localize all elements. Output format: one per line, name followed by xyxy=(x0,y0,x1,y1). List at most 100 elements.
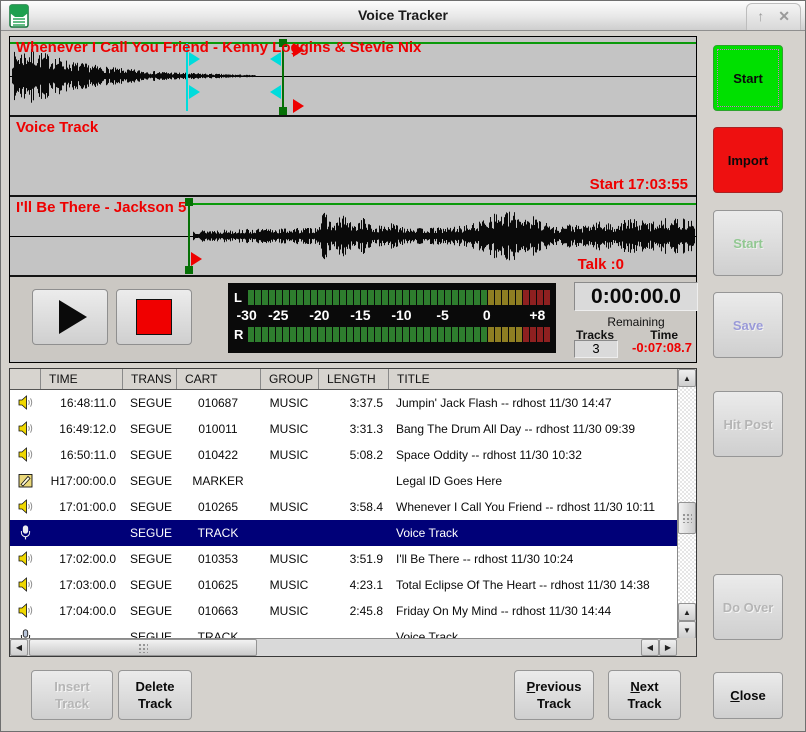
row-title: Voice Track xyxy=(388,526,696,540)
column-header: TITLE xyxy=(388,369,696,389)
start-play-button: Start xyxy=(713,210,783,276)
log-row[interactable]: 16:50:11.0 SEGUE 010422 MUSIC 5:08.2 Spa… xyxy=(10,442,696,468)
window-controls: ↑ ✕ xyxy=(746,3,801,30)
meter-scale-tick: -15 xyxy=(350,307,370,323)
elapsed-time-display: 0:00:00.0 xyxy=(574,282,698,311)
row-group: MUSIC xyxy=(260,552,318,566)
row-trans: SEGUE xyxy=(122,552,176,566)
log-event-list: TIMETRANSCARTGROUPLENGTHTITLE 16:48:11.0… xyxy=(9,368,697,657)
stop-button[interactable] xyxy=(116,289,192,345)
log-row[interactable]: SEGUE TRACK Voice Track xyxy=(10,624,696,639)
row-trans: SEGUE xyxy=(122,604,176,618)
row-type-icon xyxy=(10,445,40,465)
row-length: 3:37.5 xyxy=(318,396,388,410)
fade-marker-icon[interactable] xyxy=(191,252,202,266)
log-row[interactable]: 17:02:00.0 SEGUE 010353 MUSIC 3:51.9 I'l… xyxy=(10,546,696,572)
column-header: LENGTH xyxy=(318,369,388,389)
track-3-talk-time: Talk :0 xyxy=(578,256,624,273)
previous-track-button[interactable]: Previous Track xyxy=(514,670,594,720)
log-row[interactable]: 17:03:00.0 SEGUE 010625 MUSIC 4:23.1 Tot… xyxy=(10,572,696,598)
row-title: Bang The Drum All Day -- rdhost 11/30 09… xyxy=(388,422,696,436)
shade-icon[interactable]: ↑ xyxy=(757,8,764,26)
column-header: TRANS xyxy=(122,369,176,389)
log-row[interactable]: SEGUE TRACK Voice Track xyxy=(10,520,696,546)
row-group: MUSIC xyxy=(260,604,318,618)
row-time: 16:50:11.0 xyxy=(40,448,122,462)
delete-track-button[interactable]: Delete Track xyxy=(118,670,192,720)
vertical-scroll-thumb[interactable] xyxy=(678,502,696,534)
log-row[interactable]: 16:49:12.0 SEGUE 010011 MUSIC 3:31.3 Ban… xyxy=(10,416,696,442)
remaining-tracks-value: 3 xyxy=(574,340,618,358)
row-title: I'll Be There -- rdhost 11/30 10:24 xyxy=(388,552,696,566)
scroll-up-icon[interactable]: ▲ xyxy=(678,603,696,621)
track-2-title: Voice Track xyxy=(16,119,98,136)
meter-scale-tick: 0 xyxy=(483,307,491,323)
vertical-scrollbar[interactable]: ▲ ▲ ▼ xyxy=(677,369,696,639)
column-header: TIME xyxy=(40,369,122,389)
scroll-right-icon[interactable]: ▶ xyxy=(659,639,677,656)
row-group: MUSIC xyxy=(260,500,318,514)
segue-arrow-icon[interactable] xyxy=(270,85,281,99)
log-row[interactable]: H17:00:00.0 SEGUE MARKER Legal ID Goes H… xyxy=(10,468,696,494)
meter-scale: -30-25-20-15-10-50+8 xyxy=(234,306,550,325)
row-time: 17:04:00.0 xyxy=(40,604,122,618)
row-trans: SEGUE xyxy=(122,526,176,540)
row-cart: 010422 xyxy=(176,448,260,462)
vertical-scroll-track[interactable] xyxy=(678,387,696,603)
start-record-button[interactable]: Start xyxy=(713,45,783,111)
track-3-start-marker[interactable] xyxy=(188,200,190,273)
row-type-icon xyxy=(10,601,40,621)
row-cart: MARKER xyxy=(176,474,260,488)
time-status-panel: 0:00:00.0 Remaining Tracks Time 3 -0:07:… xyxy=(566,277,706,360)
transport-bar: L -30-25-20-15-10-50+8 R 0:00:00.0 Remai… xyxy=(10,277,696,360)
fade-marker-icon[interactable] xyxy=(293,99,304,113)
meter-left-segments xyxy=(248,290,550,305)
row-cart: 010687 xyxy=(176,396,260,410)
horizontal-scrollbar[interactable]: ◀ ◀ ▶ xyxy=(10,638,677,656)
segue-arrow-icon[interactable] xyxy=(189,85,200,99)
row-length: 5:08.2 xyxy=(318,448,388,462)
track-3-fade-line xyxy=(188,203,696,205)
remaining-time-value: -0:07:08.7 xyxy=(622,340,702,358)
track-2-waveform[interactable]: Voice Track Start 17:03:55 xyxy=(10,117,696,197)
row-type-icon xyxy=(10,471,40,491)
scroll-left-icon[interactable]: ◀ xyxy=(10,639,28,656)
scroll-down-icon[interactable]: ▼ xyxy=(678,621,696,639)
row-type-icon xyxy=(10,523,40,543)
audio-level-meter: L -30-25-20-15-10-50+8 R xyxy=(228,283,556,353)
row-time: 17:01:00.0 xyxy=(40,500,122,514)
remaining-label: Remaining xyxy=(566,315,706,329)
row-type-icon xyxy=(10,419,40,439)
log-row[interactable]: 16:48:11.0 SEGUE 010687 MUSIC 3:37.5 Jum… xyxy=(10,390,696,416)
scroll-left-icon[interactable]: ◀ xyxy=(641,639,659,656)
meter-scale-tick: -30 xyxy=(237,307,257,323)
track-1-waveform[interactable]: Whenever I Call You Friend - Kenny Loggi… xyxy=(10,37,696,117)
play-icon xyxy=(59,300,87,334)
horizontal-scroll-thumb[interactable] xyxy=(29,639,257,656)
meter-scale-tick: -5 xyxy=(436,307,448,323)
close-icon[interactable]: ✕ xyxy=(778,8,790,26)
marker-handle[interactable] xyxy=(279,107,287,115)
play-button[interactable] xyxy=(32,289,108,345)
log-body: 16:48:11.0 SEGUE 010687 MUSIC 3:37.5 Jum… xyxy=(10,390,696,639)
meter-scale-tick: -20 xyxy=(309,307,329,323)
log-row[interactable]: 17:04:00.0 SEGUE 010663 MUSIC 2:45.8 Fri… xyxy=(10,598,696,624)
window-title: Voice Tracker xyxy=(1,7,805,23)
titlebar: Voice Tracker ↑ ✕ xyxy=(1,1,805,31)
track-3-waveform[interactable]: I'll Be There - Jackson 5 Talk :0 xyxy=(10,197,696,277)
marker-handle[interactable] xyxy=(185,266,193,274)
row-type-icon xyxy=(10,549,40,569)
row-trans: SEGUE xyxy=(122,396,176,410)
row-type-icon xyxy=(10,497,40,517)
log-row[interactable]: 17:01:00.0 SEGUE 010265 MUSIC 3:58.4 Whe… xyxy=(10,494,696,520)
row-length: 2:45.8 xyxy=(318,604,388,618)
close-button[interactable]: Close xyxy=(713,672,783,719)
next-track-button[interactable]: Next Track xyxy=(608,670,681,720)
meter-scale-tick: -10 xyxy=(391,307,411,323)
row-trans: SEGUE xyxy=(122,448,176,462)
scroll-up-icon[interactable]: ▲ xyxy=(678,369,696,387)
row-cart: 010265 xyxy=(176,500,260,514)
import-button[interactable]: Import xyxy=(713,127,783,193)
meter-right-label: R xyxy=(234,327,248,342)
column-header: CART xyxy=(176,369,260,389)
